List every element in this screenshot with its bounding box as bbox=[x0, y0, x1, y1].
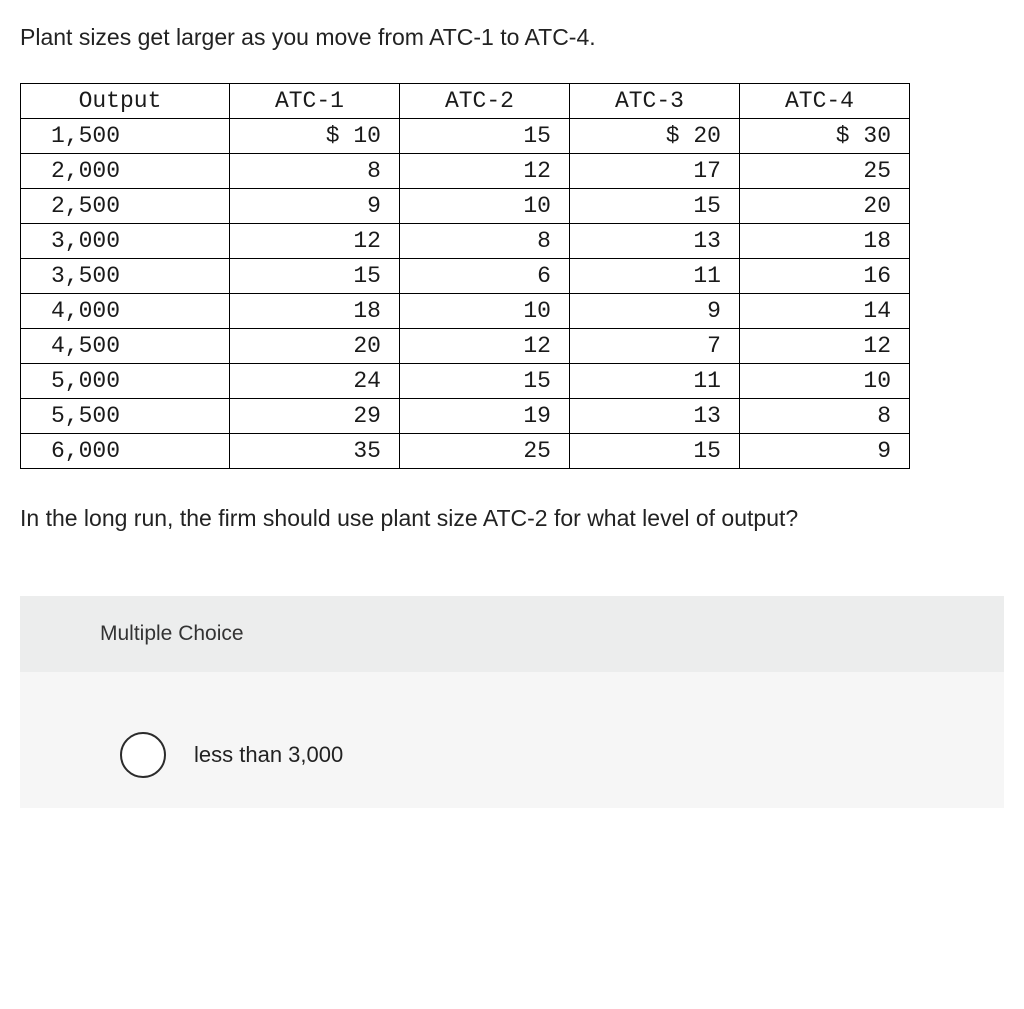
table-cell: 10 bbox=[399, 189, 569, 224]
table-cell: 19 bbox=[399, 399, 569, 434]
table-cell: 10 bbox=[399, 294, 569, 329]
table-cell: 12 bbox=[739, 329, 909, 364]
table-cell: 25 bbox=[739, 154, 909, 189]
table-cell: 5,000 bbox=[21, 364, 230, 399]
table-cell: 12 bbox=[229, 224, 399, 259]
table-cell: $ 10 bbox=[229, 119, 399, 154]
table-row: 2,5009101520 bbox=[21, 189, 910, 224]
table-cell: 6 bbox=[399, 259, 569, 294]
table-cell: 15 bbox=[399, 364, 569, 399]
table-header-row: Output ATC-1 ATC-2 ATC-3 ATC-4 bbox=[21, 84, 910, 119]
radio-icon[interactable] bbox=[120, 732, 166, 778]
table-cell: 15 bbox=[399, 119, 569, 154]
table-cell: 15 bbox=[569, 434, 739, 469]
multiple-choice-header: Multiple Choice bbox=[20, 596, 1004, 672]
choice-area: less than 3,000 bbox=[20, 672, 1004, 808]
table-cell: 18 bbox=[739, 224, 909, 259]
question-text: In the long run, the firm should use pla… bbox=[20, 505, 1004, 532]
table-row: 5,5002919138 bbox=[21, 399, 910, 434]
table-cell: 1,500 bbox=[21, 119, 230, 154]
table-cell: 4,000 bbox=[21, 294, 230, 329]
table-cell: 11 bbox=[569, 259, 739, 294]
table-cell: 9 bbox=[569, 294, 739, 329]
table-cell: 14 bbox=[739, 294, 909, 329]
table-cell: 16 bbox=[739, 259, 909, 294]
table-cell: 29 bbox=[229, 399, 399, 434]
col-header: ATC-4 bbox=[739, 84, 909, 119]
atc-table: Output ATC-1 ATC-2 ATC-3 ATC-4 1,500$ 10… bbox=[20, 83, 910, 469]
answer-block: Multiple Choice less than 3,000 bbox=[20, 596, 1004, 808]
table-row: 4,5002012712 bbox=[21, 329, 910, 364]
table-cell: 25 bbox=[399, 434, 569, 469]
table-cell: 20 bbox=[739, 189, 909, 224]
table-cell: 2,000 bbox=[21, 154, 230, 189]
col-header: Output bbox=[21, 84, 230, 119]
col-header: ATC-3 bbox=[569, 84, 739, 119]
table-cell: 12 bbox=[399, 329, 569, 364]
table-cell: 17 bbox=[569, 154, 739, 189]
table-cell: 3,500 bbox=[21, 259, 230, 294]
table-cell: 15 bbox=[229, 259, 399, 294]
table-row: 3,5001561116 bbox=[21, 259, 910, 294]
table-cell: 5,500 bbox=[21, 399, 230, 434]
table-cell: 35 bbox=[229, 434, 399, 469]
table-cell: 4,500 bbox=[21, 329, 230, 364]
table-cell: 15 bbox=[569, 189, 739, 224]
table-cell: 8 bbox=[739, 399, 909, 434]
table-body: 1,500$ 1015$ 20$ 302,00081217252,5009101… bbox=[21, 119, 910, 469]
table-cell: 24 bbox=[229, 364, 399, 399]
choice-option[interactable]: less than 3,000 bbox=[120, 732, 1004, 778]
table-cell: 3,000 bbox=[21, 224, 230, 259]
table-cell: 12 bbox=[399, 154, 569, 189]
table-row: 3,0001281318 bbox=[21, 224, 910, 259]
table-row: 1,500$ 1015$ 20$ 30 bbox=[21, 119, 910, 154]
table-cell: 10 bbox=[739, 364, 909, 399]
table-cell: 9 bbox=[739, 434, 909, 469]
table-row: 6,0003525159 bbox=[21, 434, 910, 469]
table-row: 4,0001810914 bbox=[21, 294, 910, 329]
table-cell: 2,500 bbox=[21, 189, 230, 224]
table-cell: 6,000 bbox=[21, 434, 230, 469]
table-cell: 7 bbox=[569, 329, 739, 364]
table-row: 2,0008121725 bbox=[21, 154, 910, 189]
table-cell: $ 30 bbox=[739, 119, 909, 154]
table-cell: 9 bbox=[229, 189, 399, 224]
table-cell: 8 bbox=[229, 154, 399, 189]
table-cell: 20 bbox=[229, 329, 399, 364]
intro-text: Plant sizes get larger as you move from … bbox=[20, 24, 1004, 51]
table-cell: 11 bbox=[569, 364, 739, 399]
col-header: ATC-1 bbox=[229, 84, 399, 119]
table-cell: 18 bbox=[229, 294, 399, 329]
table-cell: $ 20 bbox=[569, 119, 739, 154]
table-row: 5,00024151110 bbox=[21, 364, 910, 399]
table-cell: 13 bbox=[569, 399, 739, 434]
choice-label: less than 3,000 bbox=[194, 742, 343, 768]
table-cell: 8 bbox=[399, 224, 569, 259]
table-cell: 13 bbox=[569, 224, 739, 259]
col-header: ATC-2 bbox=[399, 84, 569, 119]
